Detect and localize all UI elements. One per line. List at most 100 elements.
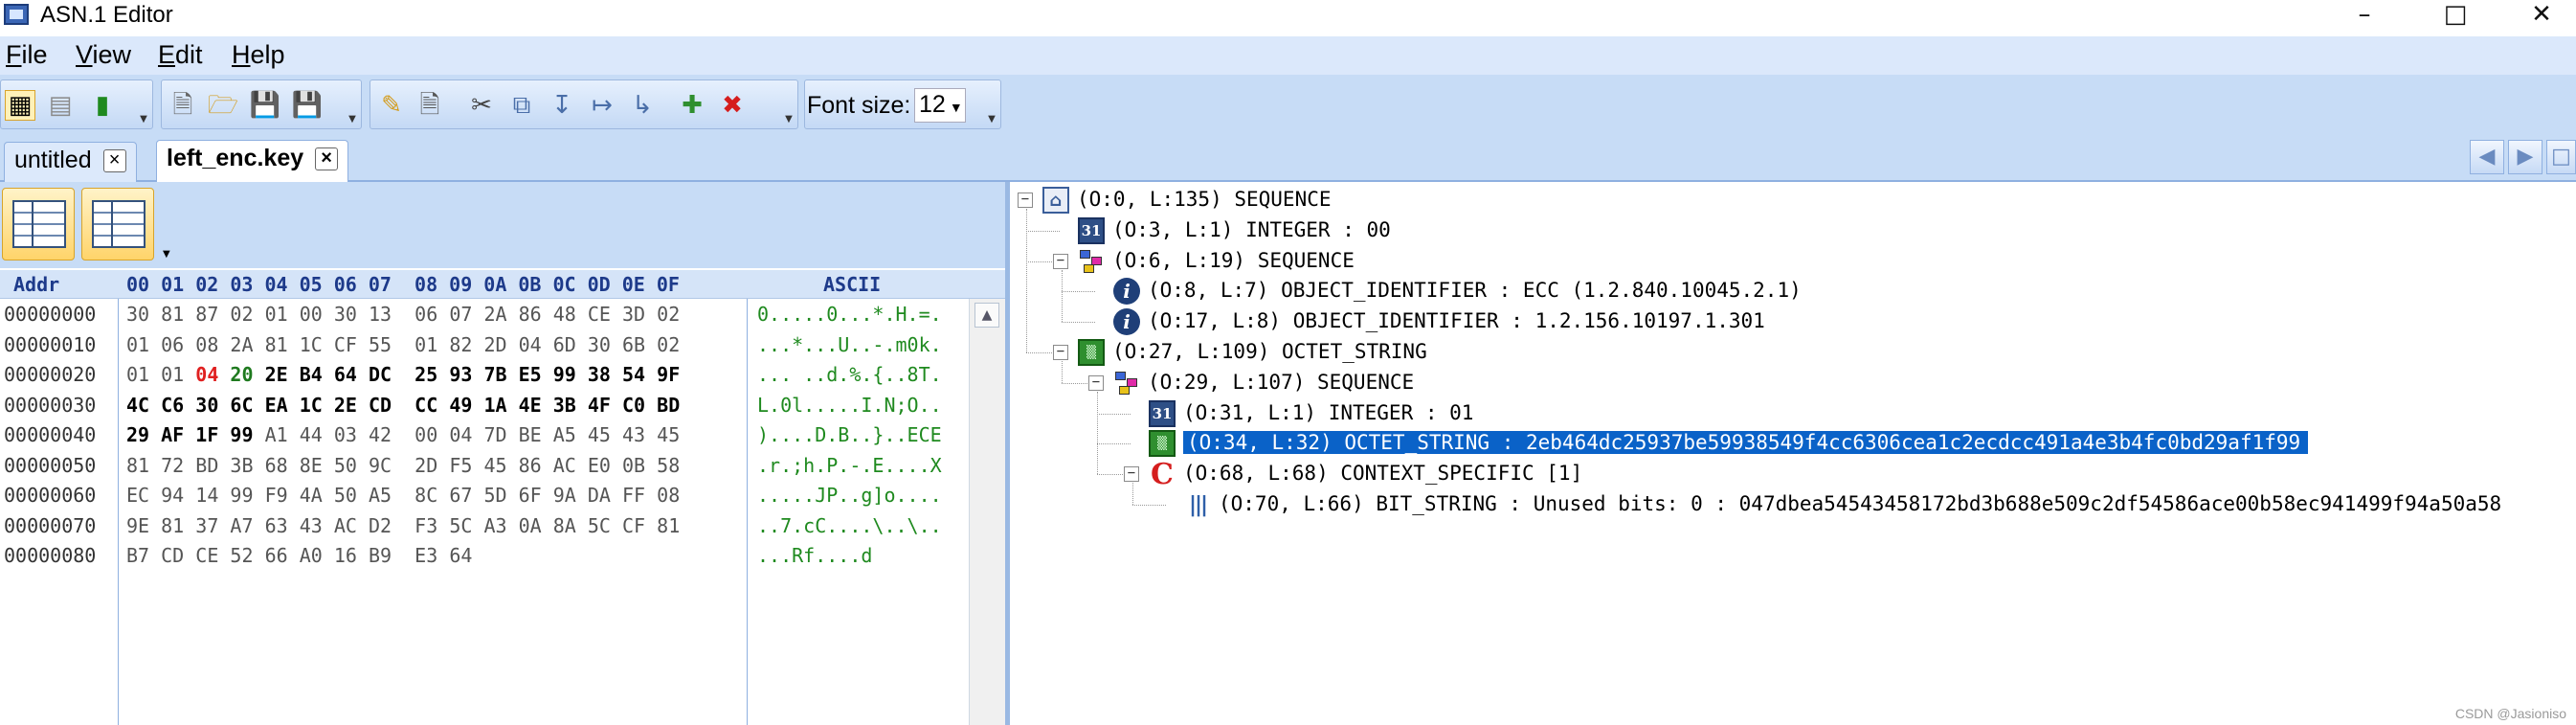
- hex-byte[interactable]: AC: [553, 454, 576, 477]
- maximize-button[interactable]: □: [2427, 0, 2484, 33]
- collapse-icon[interactable]: −: [1053, 345, 1068, 360]
- hex-byte[interactable]: CD: [369, 394, 392, 417]
- close-icon[interactable]: ×: [315, 147, 339, 171]
- hex-byte[interactable]: 01: [161, 363, 184, 386]
- hex-byte[interactable]: 50: [334, 484, 357, 507]
- hex-byte[interactable]: 9C: [369, 454, 392, 477]
- hex-byte[interactable]: 86: [519, 454, 542, 477]
- toolbar-grip-icon[interactable]: ▼: [163, 249, 170, 260]
- hex-byte[interactable]: 2A: [483, 303, 506, 326]
- hex-byte[interactable]: CE: [588, 303, 611, 326]
- hex-byte[interactable]: 8E: [300, 454, 323, 477]
- save-all-icon[interactable]: 💾: [292, 90, 323, 121]
- tree-node[interactable]: i (O:8, L:7) OBJECT_IDENTIFIER : ECC (1.2…: [1010, 277, 2576, 306]
- hex-byte[interactable]: FF: [622, 484, 645, 507]
- hex-byte[interactable]: 43: [300, 514, 323, 537]
- hex-byte[interactable]: A3: [483, 514, 506, 537]
- hex-byte[interactable]: 81: [265, 333, 288, 356]
- menu-help[interactable]: Help: [232, 40, 285, 70]
- hex-byte[interactable]: CC: [414, 394, 437, 417]
- hex-byte[interactable]: 66: [265, 544, 288, 567]
- menu-file[interactable]: File: [6, 40, 48, 70]
- tree-node[interactable]: − ▒ (O:27, L:109) OCTET_STRING: [1010, 338, 2576, 367]
- table-view-icon[interactable]: ▦: [5, 90, 35, 121]
- hex-byte[interactable]: A5: [369, 484, 392, 507]
- hex-byte[interactable]: 4C: [126, 394, 149, 417]
- hex-byte[interactable]: 8A: [553, 514, 576, 537]
- scroll-up-icon[interactable]: ▲: [974, 303, 999, 328]
- toolbar-grip-icon[interactable]: ▼: [985, 113, 998, 126]
- hex-byte[interactable]: 63: [265, 514, 288, 537]
- hex-byte[interactable]: 2D: [414, 454, 437, 477]
- open-folder-icon[interactable]: 🗁: [208, 90, 238, 121]
- hex-scrollbar[interactable]: ▲: [969, 299, 1005, 725]
- hex-byte[interactable]: 1C: [300, 394, 323, 417]
- hex-byte[interactable]: DA: [588, 484, 611, 507]
- hex-byte[interactable]: AF: [161, 423, 184, 446]
- hex-byte[interactable]: 81: [161, 514, 184, 537]
- menu-view[interactable]: View: [76, 40, 131, 70]
- hex-byte[interactable]: A0: [300, 544, 323, 567]
- hex-byte[interactable]: 37: [195, 514, 218, 537]
- tree-node[interactable]: − C (O:68, L:68) CONTEXT_SPECIFIC [1]: [1010, 458, 2576, 491]
- hex-byte[interactable]: E0: [588, 454, 611, 477]
- hex-byte[interactable]: F9: [265, 484, 288, 507]
- pencil-icon[interactable]: ✎: [376, 90, 407, 121]
- hex-byte[interactable]: 2E: [265, 363, 288, 386]
- hex-byte[interactable]: 7B: [483, 363, 506, 386]
- hex-byte[interactable]: 9A: [553, 484, 576, 507]
- hex-byte[interactable]: 99: [230, 484, 253, 507]
- hex-byte[interactable]: CE: [195, 544, 218, 567]
- hex-byte[interactable]: 45: [483, 454, 506, 477]
- hex-byte[interactable]: 9E: [126, 514, 149, 537]
- hex-byte[interactable]: 3D: [622, 303, 645, 326]
- hex-byte[interactable]: F3: [414, 514, 437, 537]
- hex-byte[interactable]: 49: [449, 394, 472, 417]
- hex-byte[interactable]: 4A: [300, 484, 323, 507]
- hex-byte[interactable]: 01: [126, 363, 149, 386]
- collapse-icon[interactable]: −: [1088, 374, 1104, 391]
- hex-byte[interactable]: D2: [369, 514, 392, 537]
- hex-byte[interactable]: 01: [265, 303, 288, 326]
- hex-byte[interactable]: 5C: [449, 514, 472, 537]
- hex-byte[interactable]: 9F: [657, 363, 680, 386]
- hex-byte[interactable]: 06: [414, 303, 437, 326]
- hex-byte[interactable]: 6F: [519, 484, 542, 507]
- hex-byte[interactable]: 52: [230, 544, 253, 567]
- hex-byte[interactable]: 30: [126, 303, 149, 326]
- hex-byte[interactable]: EA: [265, 394, 288, 417]
- copy-icon[interactable]: ⧉: [506, 90, 537, 121]
- hex-byte[interactable]: DC: [369, 363, 392, 386]
- hex-byte[interactable]: B7: [126, 544, 149, 567]
- tree-node[interactable]: − ⌂ (O:0, L:135) SEQUENCE: [1010, 186, 2576, 215]
- hex-byte[interactable]: 87: [195, 303, 218, 326]
- hex-byte[interactable]: 8C: [414, 484, 437, 507]
- hex-byte[interactable]: 30: [588, 333, 611, 356]
- hex-byte[interactable]: CD: [161, 544, 184, 567]
- minimize-button[interactable]: –: [2336, 0, 2393, 33]
- hex-byte[interactable]: 1F: [195, 423, 218, 446]
- collapse-icon[interactable]: −: [1053, 253, 1068, 269]
- hex-byte[interactable]: 02: [230, 303, 253, 326]
- hex-byte[interactable]: CF: [334, 333, 357, 356]
- hex-byte[interactable]: 45: [657, 423, 680, 446]
- asn1-tree-view[interactable]: − ⌂ (O:0, L:135) SEQUENCE 31 (O:3, L:1) INTE…: [1010, 182, 2576, 725]
- hex-byte[interactable]: 30: [334, 303, 357, 326]
- hex-byte[interactable]: 04: [195, 363, 218, 386]
- toolbar-grip-icon[interactable]: ▼: [782, 113, 795, 126]
- hex-byte[interactable]: 72: [161, 454, 184, 477]
- tree-node[interactable]: 31 (O:3, L:1) INTEGER : 00: [1010, 216, 2576, 245]
- paste-after-icon[interactable]: ↦: [587, 90, 617, 121]
- save-icon[interactable]: 💾: [250, 90, 280, 121]
- collapse-icon[interactable]: −: [1018, 193, 1033, 208]
- hex-byte[interactable]: 07: [449, 303, 472, 326]
- hex-byte[interactable]: CF: [622, 514, 645, 537]
- hex-byte[interactable]: AC: [334, 514, 357, 537]
- hex-byte[interactable]: 2A: [230, 333, 253, 356]
- close-icon[interactable]: ×: [102, 149, 126, 173]
- hex-byte[interactable]: BD: [657, 394, 680, 417]
- hex-byte[interactable]: BE: [519, 423, 542, 446]
- hex-byte[interactable]: 2E: [334, 394, 357, 417]
- hex-byte[interactable]: 5C: [588, 514, 611, 537]
- hex-byte[interactable]: 02: [657, 333, 680, 356]
